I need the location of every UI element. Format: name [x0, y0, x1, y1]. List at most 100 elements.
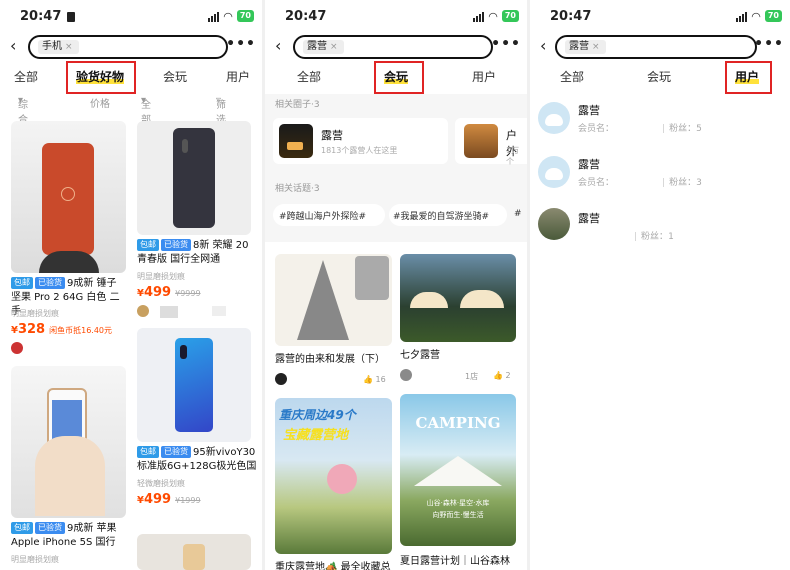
topic-item[interactable]: #我最爱的自驾游坐骑#: [393, 209, 489, 222]
user-row[interactable]: 露营 会员名： | 粉丝：5: [530, 98, 790, 144]
tab-inspected-goods[interactable]: 验货好物: [76, 68, 125, 85]
product-image[interactable]: [11, 121, 126, 273]
tab-play[interactable]: 会玩: [384, 68, 409, 85]
tab-play[interactable]: 会玩: [163, 68, 187, 85]
close-icon[interactable]: ×: [65, 42, 73, 52]
avatar: [538, 156, 570, 188]
user-meta: 会员名： | 粉丝：5: [578, 124, 702, 134]
status-bar: 20:47 ◠ 70: [530, 9, 790, 27]
wifi-icon: ◠: [488, 9, 498, 23]
tab-all[interactable]: 全部: [560, 68, 584, 85]
post-image[interactable]: 重庆周边49个 宝藏露营地: [275, 398, 392, 554]
user-meta: 会员名： | 粉丝：3: [578, 178, 702, 188]
product-image[interactable]: [11, 366, 126, 518]
topic-item[interactable]: #: [514, 209, 522, 219]
avatar[interactable]: [400, 369, 412, 381]
battery-icon: 70: [764, 10, 782, 22]
battery-icon: 70: [236, 10, 254, 22]
panel-search-phone: 20:47 ◠ 70 ‹ 手机× ••• 全部 验货好物 会玩 用户 综合 ▾ …: [0, 0, 262, 570]
status-time: 20:47: [20, 9, 62, 24]
circle-thumbnail: [464, 124, 498, 158]
topic-item[interactable]: #跨越山海户外探险#: [279, 209, 366, 222]
lock-icon: [67, 12, 75, 22]
screenshot-composite: 20:47 ◠ 70 ‹ 手机× ••• 全部 验货好物 会玩 用户 综合 ▾ …: [0, 0, 790, 570]
product-image[interactable]: [137, 534, 251, 570]
close-icon[interactable]: ×: [592, 42, 600, 52]
search-input[interactable]: 露营 ×: [555, 35, 757, 59]
wifi-icon: ◠: [223, 9, 233, 23]
circle-thumbnail: [279, 124, 313, 158]
post-image[interactable]: CAMPING 山谷·森林·星空·水库 向野而生·慢生活: [400, 394, 516, 546]
panel-search-camping-users: 20:47 ◠ 70 ‹ 露营 × ••• 全部 会玩 用户 露营 会员名： |…: [530, 0, 790, 570]
product-image[interactable]: [137, 121, 251, 235]
search-chip[interactable]: 露营 ×: [565, 40, 606, 54]
user-name: 露营: [578, 212, 600, 225]
tab-bar: 全部 验货好物 会玩 用户: [0, 61, 262, 94]
tab-users[interactable]: 用户: [735, 68, 760, 85]
panel-divider: [527, 0, 530, 570]
search-input[interactable]: 露营 ×: [293, 35, 493, 59]
tab-users[interactable]: 用户: [226, 68, 250, 85]
condition-note: 明显磨损划痕: [11, 555, 59, 564]
avatar[interactable]: [137, 305, 149, 317]
filter-price[interactable]: 价格: [90, 95, 110, 110]
more-icon[interactable]: •••: [226, 36, 256, 52]
signal-icon: [736, 11, 748, 22]
tag-inspected: 已验货: [35, 277, 65, 289]
more-icon[interactable]: •••: [491, 36, 521, 52]
product-price: ¥499 ¥1999: [137, 492, 201, 507]
post-image[interactable]: [275, 254, 392, 346]
avatar[interactable]: [11, 342, 23, 354]
tab-play[interactable]: 会玩: [647, 68, 671, 85]
more-icon[interactable]: •••: [754, 36, 784, 52]
user-row[interactable]: 露营 会员名： | 粉丝：3: [530, 152, 790, 198]
like-count[interactable]: 👍 16: [363, 375, 386, 384]
condition-note: 明显磨损划痕: [11, 309, 59, 318]
back-icon[interactable]: ‹: [10, 37, 16, 55]
panel-search-camping-play: 20:47 ◠ 70 ‹ 露营 × ••• 全部 会玩 用户 相关圈子·3 露营…: [265, 0, 527, 570]
user-meta: | 粉丝：1: [634, 232, 674, 242]
wifi-icon: ◠: [751, 9, 761, 23]
product-title[interactable]: 包邮 已验货 8新 荣耀 20 青春版 国行全网通: [137, 239, 257, 267]
product-price: ¥328 闲鱼币抵16.40元: [11, 322, 113, 337]
product-title[interactable]: 包邮 已验货 9成新 苹果 Apple iPhone 5S 国行: [11, 522, 131, 550]
circle-name: 露营: [321, 129, 343, 142]
tab-all[interactable]: 全部: [14, 68, 38, 85]
post-image[interactable]: [400, 254, 516, 342]
filter-condition[interactable]: 全部成色 ▾: [141, 95, 151, 156]
post-title[interactable]: 重庆露营地🏕️ 最全收藏总: [275, 558, 391, 570]
user-name: 露营: [578, 158, 600, 171]
condition-note: 明显磨损划痕: [137, 272, 185, 281]
tab-all[interactable]: 全部: [297, 68, 321, 85]
filter-default[interactable]: 综合 ▾: [18, 95, 28, 126]
back-icon[interactable]: ‹: [275, 37, 281, 55]
product-title[interactable]: 包邮 已验货 95新vivoY30 标准版6G+128G极光色国: [137, 446, 259, 474]
like-count[interactable]: 👍 2: [493, 371, 511, 380]
tab-bar: 全部 会玩 用户: [265, 61, 527, 94]
product-image[interactable]: [137, 328, 251, 442]
filter-bar: 综合 ▾ 价格 全部成色 ▾ 筛选 ▿: [0, 94, 262, 156]
signal-icon: [208, 11, 220, 22]
post-meta: 1店: [465, 372, 479, 381]
close-icon[interactable]: ×: [330, 42, 338, 52]
circles-label: 相关圈子·3: [275, 100, 320, 110]
tab-users[interactable]: 用户: [472, 68, 496, 85]
search-chip[interactable]: 露营 ×: [303, 40, 344, 54]
back-icon[interactable]: ‹: [540, 37, 546, 55]
user-name: 露营: [578, 104, 600, 117]
status-bar: 20:47 ◠ 70: [0, 9, 262, 27]
tab-bar: 全部 会玩 用户: [530, 61, 790, 94]
post-title[interactable]: 七夕露营: [400, 346, 440, 361]
user-row[interactable]: 露营 | 粉丝：1: [530, 206, 790, 252]
product-price: ¥499 ¥9999: [137, 285, 201, 300]
search-chip[interactable]: 手机 ×: [38, 40, 79, 54]
avatar[interactable]: [275, 373, 287, 385]
filter-filter[interactable]: 筛选 ▿: [216, 95, 226, 126]
search-input[interactable]: 手机 ×: [28, 35, 228, 59]
tag-free-shipping: 包邮: [11, 277, 33, 289]
condition-note: 轻微磨损划痕: [137, 479, 185, 488]
post-title[interactable]: 夏日露营计划｜山谷森林: [400, 552, 510, 567]
post-title[interactable]: 露营的由来和发展（下）: [275, 350, 385, 365]
avatar: [538, 102, 570, 134]
circle-subtitle: 1813个露营人在这里: [321, 146, 398, 155]
